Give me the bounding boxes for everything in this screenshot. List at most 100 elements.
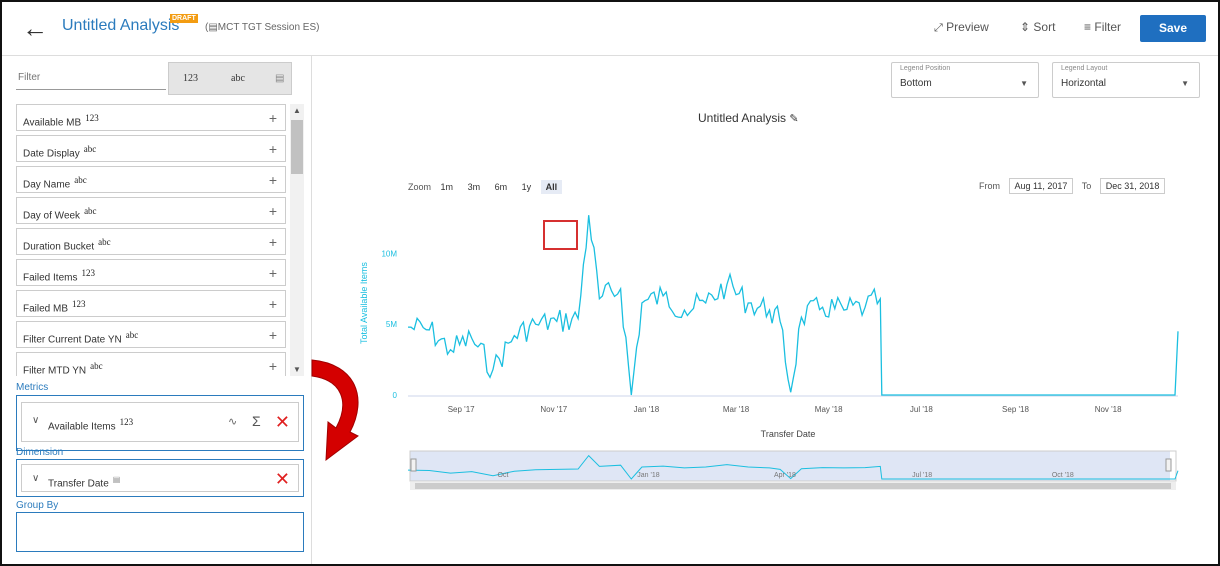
field-name: Day of Week abc — [23, 206, 97, 222]
y-tick-label: 5M — [386, 320, 397, 329]
field-item[interactable]: Failed Items 123 + — [16, 259, 286, 286]
field-type-badge: 123 — [81, 268, 95, 278]
x-axis-label: Transfer Date — [761, 429, 816, 439]
preview-button[interactable]: ⤢ Preview — [934, 20, 989, 35]
add-field-icon[interactable]: + — [269, 296, 277, 312]
header-bar: ← Untitled Analysis DRAFT (▤MCT TGT Sess… — [2, 2, 1218, 56]
y-axis-label: Total Available Items — [359, 262, 369, 344]
highlight-box-annotation — [543, 220, 578, 250]
scroll-up-icon[interactable]: ▲ — [293, 106, 301, 115]
chevron-down-icon[interactable]: ∨ — [32, 415, 39, 426]
chart-area: Legend Position Bottom ▼ Legend Layout H… — [313, 56, 1218, 564]
navigator-right-handle — [1165, 458, 1172, 472]
field-type-badge: abc — [84, 206, 97, 216]
draft-badge: DRAFT — [170, 14, 198, 23]
add-field-icon[interactable]: + — [269, 265, 277, 281]
add-field-icon[interactable]: + — [269, 358, 277, 374]
navigator-tick-label: Apr '18 — [774, 472, 796, 479]
field-name: Day Name abc — [23, 175, 87, 191]
sort-button[interactable]: ⇕ Sort — [1020, 20, 1055, 34]
x-tick-label: Jul '18 — [910, 405, 933, 414]
tab-numeric[interactable]: 123 — [183, 73, 198, 84]
x-tick-label: Jan '18 — [634, 405, 660, 414]
add-field-icon[interactable]: + — [269, 234, 277, 250]
series-line — [407, 215, 1179, 396]
field-type-badge: abc — [125, 330, 139, 340]
session-label: (▤MCT TGT Session ES) — [205, 22, 320, 33]
field-type-badge: 123 — [85, 113, 99, 123]
metric-name: Available Items 123 — [48, 417, 134, 433]
sort-label: Sort — [1033, 20, 1056, 34]
field-type-badge: abc — [74, 175, 87, 185]
field-item[interactable]: Date Display abc + — [16, 135, 286, 162]
field-item[interactable]: Failed MB 123 + — [16, 290, 286, 317]
navigator-tick-label: Oct '18 — [1052, 472, 1074, 479]
navigator-tick-label: Jan '18 — [637, 472, 659, 479]
remove-dimension-icon[interactable]: ✕ — [275, 469, 290, 489]
field-item[interactable]: Filter MTD YN abc + — [16, 352, 286, 376]
field-type-badge: abc — [90, 361, 103, 371]
field-filter-input[interactable] — [16, 66, 166, 90]
field-name: Date Display abc — [23, 144, 97, 160]
add-field-icon[interactable]: + — [269, 172, 277, 188]
sum-icon[interactable]: Σ — [252, 413, 261, 429]
groupby-label: Group By — [16, 500, 59, 511]
type-tabs: 123 abc ▤ — [168, 62, 292, 95]
field-list-scrollbar[interactable]: ▲ ▼ — [290, 104, 304, 376]
filter-label: Filter — [1094, 20, 1122, 34]
x-tick-label: Mar '18 — [723, 405, 750, 414]
remove-metric-icon[interactable]: ✕ — [275, 412, 290, 432]
add-field-icon[interactable]: + — [269, 327, 277, 343]
y-tick-label: 10M — [381, 249, 397, 258]
analysis-title[interactable]: Untitled Analysis — [62, 17, 179, 35]
chevron-down-icon[interactable]: ∨ — [32, 473, 39, 484]
preview-label: Preview — [946, 20, 989, 34]
field-item[interactable]: Day Name abc + — [16, 166, 286, 193]
line-chart: Total Available Items 0 5M 10M Sep '17 Nov '1… — [359, 215, 1179, 490]
x-tick-label: May '18 — [815, 405, 843, 414]
dimension-label: Dimension — [16, 447, 64, 458]
add-field-icon[interactable]: + — [269, 110, 277, 126]
metric-chip[interactable]: ∨ Available Items 123 ∿ Σ ✕ — [21, 402, 299, 442]
scroll-thumb[interactable] — [291, 120, 303, 174]
tab-text[interactable]: abc — [231, 73, 245, 84]
dimension-chip[interactable]: ∨ Transfer Date ▤ ✕ — [21, 464, 299, 492]
groupby-dropzone[interactable] — [16, 512, 304, 552]
add-field-icon[interactable]: + — [269, 203, 277, 219]
navigator-left-handle — [410, 458, 417, 472]
add-field-icon[interactable]: + — [269, 141, 277, 157]
metrics-dropzone[interactable]: ∨ Available Items 123 ∿ Σ ✕ — [16, 395, 304, 451]
y-tick-label: 0 — [393, 391, 398, 400]
x-tick-label: Nov '17 — [540, 405, 567, 414]
navigator-tick-label: Oct — [498, 472, 509, 479]
x-tick-label: Sep '17 — [448, 405, 475, 414]
calendar-icon[interactable]: ▤ — [275, 73, 284, 84]
field-name: Failed MB 123 — [23, 299, 86, 315]
save-button[interactable]: Save — [1140, 15, 1206, 42]
field-item[interactable]: Filter Current Date YN abc + — [16, 321, 286, 348]
navigator-tick-label: Jul '18 — [912, 472, 932, 479]
expand-icon: ⤢ — [934, 22, 943, 34]
line-chart-icon[interactable]: ∿ — [228, 415, 237, 428]
field-name: Filter MTD YN abc — [23, 361, 103, 376]
field-name: Failed Items 123 — [23, 268, 95, 284]
dimension-dropzone[interactable]: ∨ Transfer Date ▤ ✕ — [16, 459, 304, 497]
field-item[interactable]: Duration Bucket abc + — [16, 228, 286, 255]
field-item[interactable]: Day of Week abc + — [16, 197, 286, 224]
field-type-badge: abc — [83, 144, 97, 154]
dimension-name: Transfer Date ▤ — [48, 475, 121, 490]
metrics-label: Metrics — [16, 382, 49, 393]
x-tick-label: Nov '18 — [1095, 405, 1122, 414]
x-tick-label: Sep '18 — [1002, 405, 1029, 414]
field-list: Available MB 123 + Date Display abc + Day Name… — [16, 104, 288, 376]
sort-icon: ⇕ — [1020, 20, 1031, 34]
field-panel: 123 abc ▤ Available MB123+Date Displayab… — [2, 56, 312, 564]
field-item[interactable]: Available MB 123 + — [16, 104, 286, 131]
back-arrow-icon[interactable]: ← — [22, 15, 52, 41]
field-type-badge: abc — [98, 237, 111, 247]
navigator-scrollbar-thumb — [415, 483, 1171, 489]
filter-icon: ≡ — [1084, 20, 1092, 34]
field-type-badge: 123 — [72, 299, 86, 309]
field-name: Filter Current Date YN abc — [23, 330, 139, 346]
filter-button[interactable]: ≡ Filter — [1084, 20, 1121, 34]
